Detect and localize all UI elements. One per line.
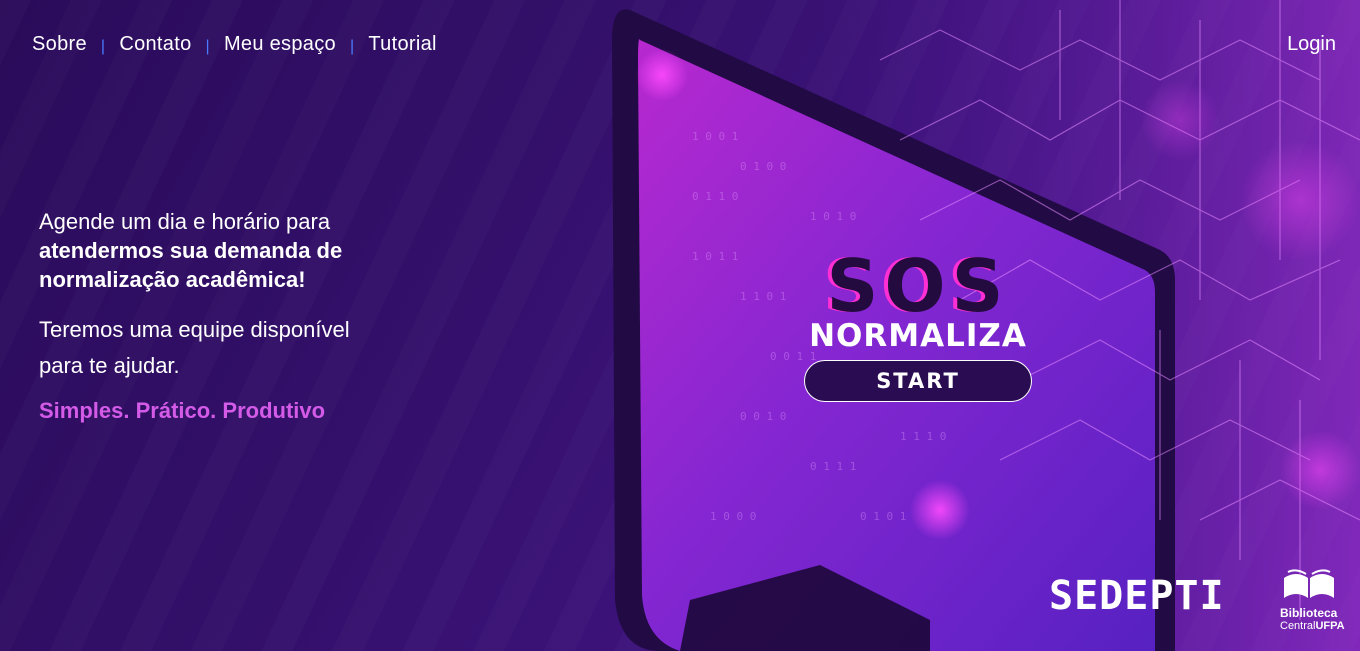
- open-book-icon: [1284, 569, 1334, 598]
- hero-copy: Agende um dia e horário para atendermos …: [39, 207, 459, 424]
- hero-line: Teremos uma equipe disponível: [39, 317, 350, 342]
- normaliza-logo-text: NORMALIZA: [809, 318, 1027, 354]
- library-ufpa: UFPA: [1315, 620, 1345, 632]
- hero-paragraph: Teremos uma equipe disponível para te aj…: [39, 312, 459, 384]
- library-subtitle: CentralUFPA: [1280, 620, 1350, 632]
- top-nav: Sobre | Contato | Meu espaço | Tutorial: [32, 33, 437, 56]
- svg-text:0 1 0 1: 0 1 0 1: [860, 510, 906, 523]
- sos-logo-text: SOS: [826, 244, 1010, 328]
- svg-text:0 1 1 0: 0 1 1 0: [692, 190, 738, 203]
- nav-link-meu-espaco[interactable]: Meu espaço: [224, 33, 336, 56]
- svg-text:0 0 1 0: 0 0 1 0: [740, 410, 786, 423]
- hero-line: Agende um dia e horário para: [39, 209, 331, 234]
- login-link[interactable]: Login: [1287, 33, 1336, 56]
- nav-link-sobre[interactable]: Sobre: [32, 33, 87, 56]
- nav-separator: |: [205, 37, 210, 55]
- svg-text:1 1 0 1: 1 1 0 1: [740, 290, 786, 303]
- svg-text:1 0 0 1: 1 0 0 1: [692, 130, 738, 143]
- biblioteca-ufpa-logo: Biblioteca CentralUFPA: [1280, 568, 1350, 632]
- nav-separator: |: [100, 37, 106, 55]
- start-button[interactable]: START: [804, 360, 1032, 402]
- svg-text:0 1 1 1: 0 1 1 1: [810, 460, 856, 473]
- hero-line: para te ajudar.: [39, 353, 180, 378]
- svg-text:1 0 1 0: 1 0 1 0: [810, 210, 856, 223]
- svg-text:1 0 0 0: 1 0 0 0: [710, 510, 756, 523]
- library-name: Biblioteca: [1280, 606, 1338, 620]
- svg-text:1 0 1 1: 1 0 1 1: [692, 250, 738, 263]
- hero-tagline: Simples. Prático. Produtivo: [39, 398, 326, 423]
- library-central: Central: [1280, 620, 1316, 632]
- sedepti-logo: SEDEPTI: [1049, 573, 1225, 619]
- nav-separator: |: [349, 37, 355, 55]
- nav-link-tutorial[interactable]: Tutorial: [368, 33, 436, 56]
- svg-text:0 1 0 0: 0 1 0 0: [740, 160, 786, 173]
- nav-link-contato[interactable]: Contato: [119, 33, 191, 56]
- hero-line-bold: atendermos sua demanda de: [39, 238, 343, 263]
- hero-line-bold: normalização acadêmica!: [39, 267, 306, 292]
- svg-text:1 1 1 0: 1 1 1 0: [900, 430, 946, 443]
- sos-normaliza-brand: SOS NORMALIZA START: [798, 250, 1038, 402]
